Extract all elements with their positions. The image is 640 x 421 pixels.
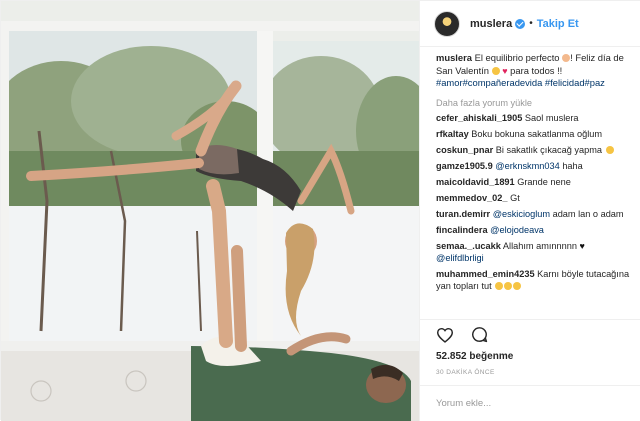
header-username[interactable]: muslera bbox=[470, 18, 512, 30]
load-more-comments-link[interactable]: Daha fazla yorum yükle bbox=[436, 98, 630, 108]
love-emoji-icon bbox=[491, 66, 500, 75]
caption-text-1: El equilibrio perfecto bbox=[474, 52, 560, 63]
comment-username[interactable]: cefer_ahiskali_1905 bbox=[436, 113, 522, 123]
comment-item: rfkaltay Boku bokuna sakatlanma oğlum bbox=[436, 128, 630, 140]
acro-yoga-photo bbox=[1, 1, 419, 421]
comment-item: cefer_ahiskali_1905 Saol muslera bbox=[436, 112, 630, 124]
hand-emoji-icon bbox=[562, 54, 571, 62]
post-header: muslera • Takip Et bbox=[420, 1, 640, 47]
comment-text: adam lan o adam bbox=[552, 208, 624, 219]
comment-mention[interactable]: @elojodeava bbox=[490, 225, 544, 235]
laughing-emoji-icon bbox=[513, 282, 522, 291]
add-comment-bar bbox=[420, 385, 640, 421]
laughing-emoji-icon bbox=[495, 282, 504, 291]
comment-username[interactable]: semaa._.ucakk bbox=[436, 241, 501, 251]
comment-item: maicoldavid_1891 Grande nene bbox=[436, 176, 630, 188]
post-photo[interactable] bbox=[1, 1, 419, 421]
comment-item: muhammed_emin4235 Karnı böyle tutacağına… bbox=[436, 268, 630, 293]
comment-item: coskun_pnar Bi sakatlık çıkacağ yapma bbox=[436, 144, 630, 156]
laughing-emoji-icon bbox=[504, 282, 513, 291]
comment-item: memmedov_02_ Gt bbox=[436, 192, 630, 204]
comment-item: semaa._.ucakk Allahım amınnnnn ♥ @elifdl… bbox=[436, 240, 630, 265]
comment-username[interactable]: muhammed_emin4235 bbox=[436, 269, 535, 279]
comment-mention[interactable]: @erknskmn034 bbox=[495, 161, 559, 171]
comment-username[interactable]: rfkaltay bbox=[436, 129, 469, 139]
comment-input[interactable] bbox=[436, 398, 616, 409]
red-heart-icon: ♥ bbox=[502, 65, 508, 76]
post-caption: muslera El equilibrio perfecto ! Feliz d… bbox=[436, 52, 630, 90]
post-side-panel: muslera • Takip Et muslera El equilibrio… bbox=[419, 1, 640, 421]
comment-username[interactable]: fincalindera bbox=[436, 225, 488, 235]
follow-button[interactable]: Takip Et bbox=[537, 18, 579, 30]
post-timestamp: 30 DAKİKA ÖNCE bbox=[436, 369, 495, 376]
comment-username[interactable]: maicoldavid_1891 bbox=[436, 177, 515, 187]
comment-text: Allahım amınnnnn bbox=[502, 240, 577, 251]
comment-item: gamze1905.9 @erknskmn034 haha bbox=[436, 160, 630, 172]
comment-username[interactable]: memmedov_02_ bbox=[436, 193, 508, 203]
caption-username[interactable]: muslera bbox=[436, 52, 472, 63]
caption-text-3: para todos !! bbox=[510, 64, 563, 76]
comment-username[interactable]: gamze1905.9 bbox=[436, 161, 493, 171]
caption-hashtags[interactable]: #amor#compañeradevida #felicidad#paz bbox=[436, 77, 605, 88]
comment-icon bbox=[471, 327, 487, 343]
comment-text: haha bbox=[562, 160, 583, 171]
comment-button[interactable] bbox=[468, 324, 490, 346]
post-actions bbox=[420, 319, 640, 349]
comment-text: Saol muslera bbox=[524, 112, 579, 123]
comment-mention[interactable]: @elifdlbrligi bbox=[436, 253, 484, 263]
comment-text: Bi sakatlık çıkacağ yapma bbox=[495, 144, 602, 155]
worried-emoji-icon bbox=[605, 145, 614, 154]
comment-mention[interactable]: @eskicioglum bbox=[493, 209, 550, 219]
heart-icon bbox=[436, 327, 454, 343]
comment-username[interactable]: turan.demirr bbox=[436, 209, 490, 219]
comment-text: Boku bokuna sakatlanma oğlum bbox=[471, 128, 602, 139]
comment-username[interactable]: coskun_pnar bbox=[436, 145, 493, 155]
likes-count[interactable]: 52.852 beğenme bbox=[436, 351, 513, 362]
comment-text: Grande nene bbox=[517, 176, 571, 187]
like-button[interactable] bbox=[434, 324, 456, 346]
comment-item: turan.demirr @eskicioglum adam lan o ada… bbox=[436, 208, 630, 220]
header-separator: • bbox=[529, 18, 533, 29]
avatar[interactable] bbox=[434, 10, 460, 37]
verified-badge-icon bbox=[515, 18, 526, 29]
comment-text: Gt bbox=[510, 192, 520, 203]
instagram-post: muslera • Takip Et muslera El equilibrio… bbox=[0, 0, 640, 421]
comment-item: fincalindera @elojodeava bbox=[436, 224, 630, 236]
black-heart-icon: ♥ bbox=[579, 240, 585, 251]
comments-list: muslera El equilibrio perfecto ! Feliz d… bbox=[420, 48, 640, 316]
